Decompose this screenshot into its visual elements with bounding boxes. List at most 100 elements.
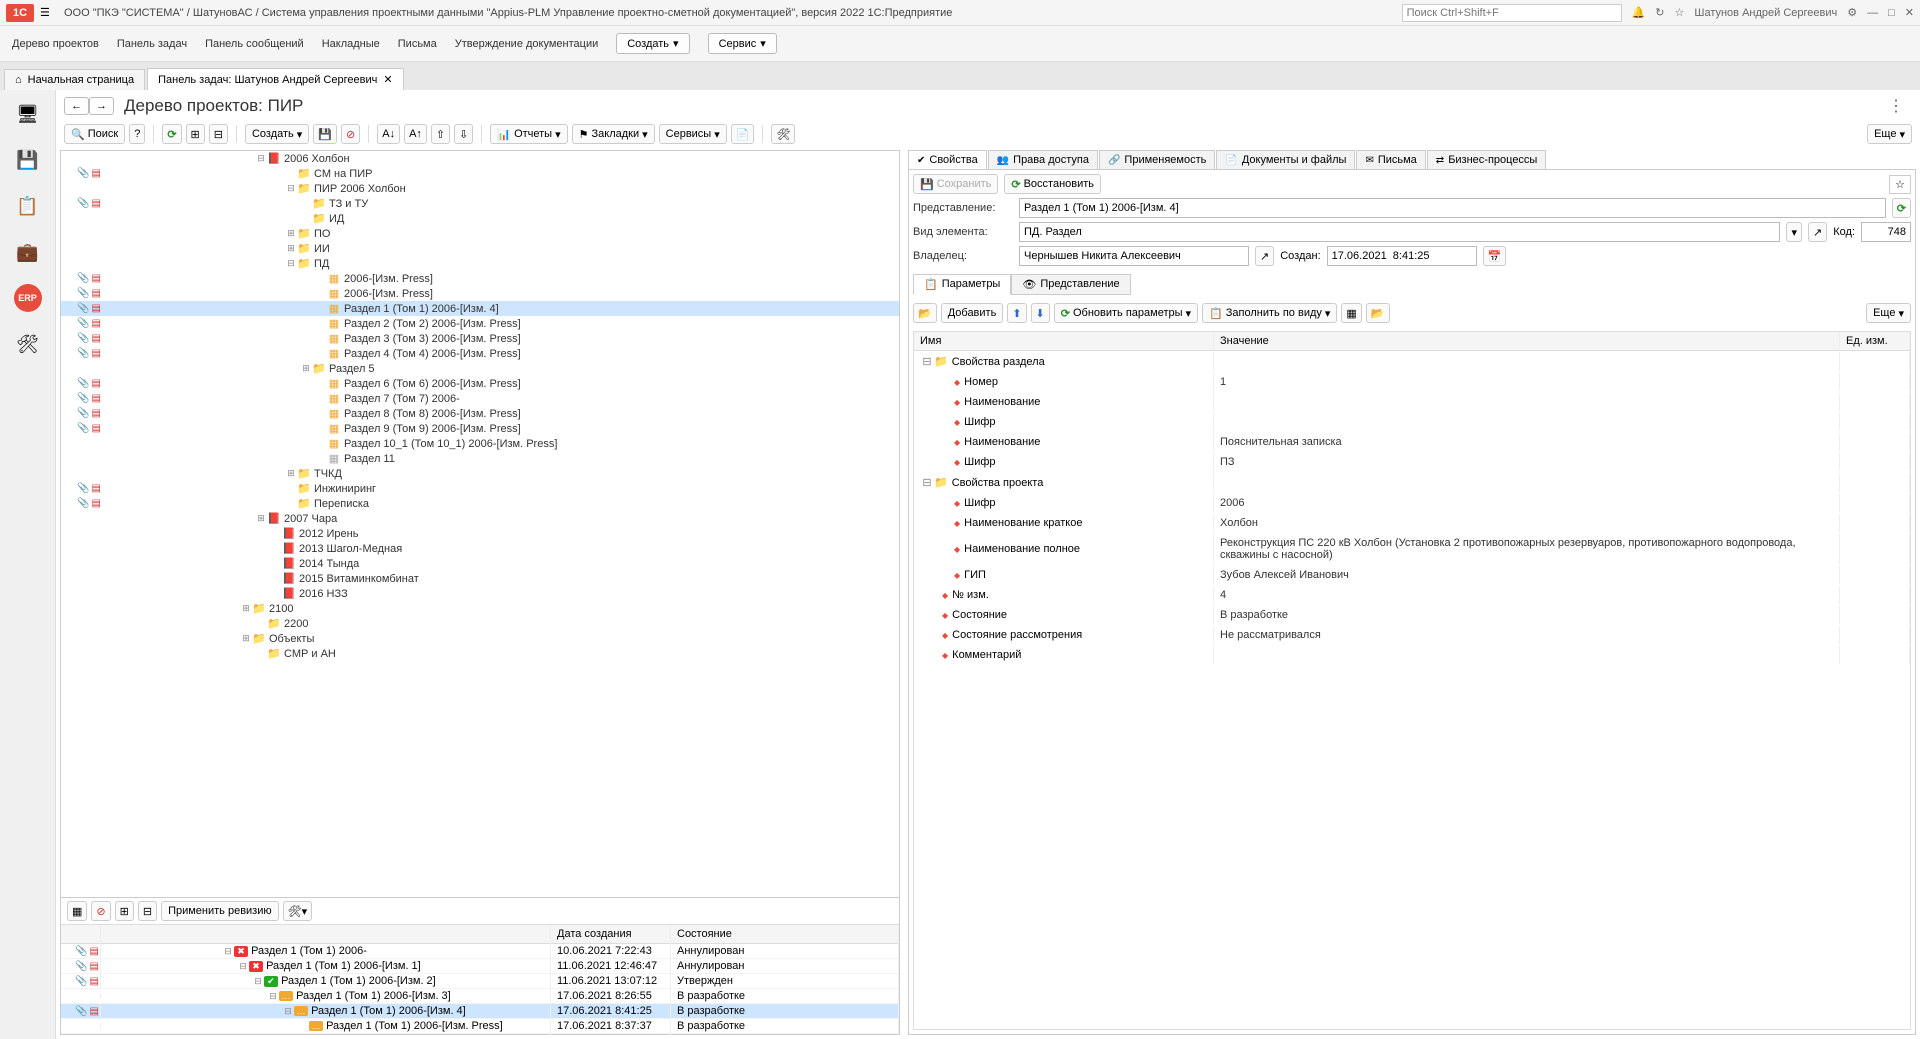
expand-icon[interactable]: ⊞	[240, 633, 252, 644]
param-row[interactable]: ◆Наименование полноеРеконструкция ПС 220…	[914, 533, 1910, 565]
nav-fwd-button[interactable]: →	[89, 97, 114, 115]
tree-row[interactable]: 📎▤▦Раздел 2 (Том 2) 2006-[Изм. Press]	[61, 316, 899, 331]
rev-tool-btn[interactable]: 🛠▾	[283, 901, 313, 921]
owner-input[interactable]	[1019, 246, 1249, 266]
maximize-icon[interactable]: □	[1888, 7, 1895, 19]
nav-back-button[interactable]: ←	[64, 97, 89, 115]
param-refresh-btn[interactable]: ⟳ Обновить параметры ▾	[1054, 303, 1198, 323]
tree-row[interactable]: ▦Раздел 11	[61, 451, 899, 466]
menu-tasks[interactable]: Панель задач	[117, 38, 187, 50]
tree-row[interactable]: 📎▤▦Раздел 3 (Том 3) 2006-[Изм. Press]	[61, 331, 899, 346]
tab-tasks[interactable]: Панель задач: Шатунов Андрей Сергеевич✕	[147, 68, 403, 90]
tree-row[interactable]: 📎▤📁ТЗ и ТУ	[61, 196, 899, 211]
bookmarks-btn[interactable]: ⚑ Закладки ▾	[572, 124, 655, 144]
fav-btn[interactable]: ☆	[1889, 175, 1911, 194]
tab-home[interactable]: ⌂Начальная страница	[4, 69, 145, 90]
tree-row[interactable]: ⊟📁ПД	[61, 256, 899, 271]
tree-row[interactable]: ⊞📕2007 Чара	[61, 511, 899, 526]
tree-row[interactable]: 📎▤▦Раздел 8 (Том 8) 2006-[Изм. Press]	[61, 406, 899, 421]
param-filter-btn[interactable]: ▦	[1341, 303, 1361, 323]
rev-del-btn[interactable]: ⊘	[91, 901, 110, 921]
expand-icon[interactable]: ⊞	[285, 228, 297, 239]
star-icon[interactable]: ☆	[1674, 6, 1684, 19]
more-btn[interactable]: Еще ▾	[1867, 124, 1912, 144]
tree-row[interactable]: 📁ИД	[61, 211, 899, 226]
tree-row[interactable]: 📕2012 Ирень	[61, 526, 899, 541]
menu-invoices[interactable]: Накладные	[322, 38, 380, 50]
tree-row[interactable]: ▦Раздел 10_1 (Том 10_1) 2006-[Изм. Press…	[61, 436, 899, 451]
kind-input[interactable]	[1019, 222, 1780, 242]
create-button[interactable]: Создать ▾	[616, 33, 689, 54]
rev-collapse-btn[interactable]: ⊟	[138, 901, 157, 921]
save-props-btn[interactable]: 💾 Сохранить	[913, 174, 998, 194]
close-icon[interactable]: ✕	[1905, 6, 1914, 19]
services-btn[interactable]: Сервисы ▾	[659, 124, 727, 144]
collapse-btn[interactable]: ⊟	[209, 124, 228, 144]
sort-asc-btn[interactable]: A↓	[377, 124, 400, 144]
param-row[interactable]: ◆Наименование	[914, 392, 1910, 412]
param-row[interactable]: ◆ГИПЗубов Алексей Иванович	[914, 565, 1910, 585]
kind-pick-btn[interactable]: ▾	[1786, 222, 1802, 242]
param-row[interactable]: ◆Комментарий	[914, 645, 1910, 665]
rtab-props[interactable]: ✔Свойства	[908, 150, 987, 169]
rtab-bp[interactable]: ⇄Бизнес-процессы	[1427, 150, 1547, 169]
tree-row[interactable]: ⊞📁Раздел 5	[61, 361, 899, 376]
kind-open-btn[interactable]: ↗	[1808, 222, 1827, 242]
owner-open-btn[interactable]: ↗	[1255, 246, 1274, 266]
param-fill-btn[interactable]: 📋 Заполнить по виду ▾	[1202, 303, 1337, 323]
menu-tree[interactable]: Дерево проектов	[12, 38, 99, 50]
rail-tools-icon[interactable]: 🛠	[14, 330, 42, 358]
rail-erp-icon[interactable]: ERP	[14, 284, 42, 312]
page-more-icon[interactable]: ⋮	[1880, 96, 1912, 116]
save-btn[interactable]: 💾	[313, 124, 337, 144]
expand-icon[interactable]: ⊟	[255, 153, 267, 164]
expand-icon[interactable]: ⊟	[285, 183, 297, 194]
code-input[interactable]	[1861, 222, 1911, 242]
move-up-btn[interactable]: ⇧	[431, 124, 450, 144]
menu-approval[interactable]: Утверждение документации	[455, 38, 599, 50]
tree-row[interactable]: 📁СМР и АН	[61, 646, 899, 661]
rev-view-btn[interactable]: ▦	[67, 901, 87, 921]
service-button[interactable]: Сервис ▾	[708, 33, 777, 54]
repr-reload-btn[interactable]: ⟳	[1892, 198, 1911, 218]
search-btn[interactable]: 🔍 Поиск	[64, 124, 125, 144]
tree-row[interactable]: 📎▤▦2006-[Изм. Press]	[61, 271, 899, 286]
created-input[interactable]	[1327, 246, 1477, 266]
rtab-usage[interactable]: 🔗Применяемость	[1099, 150, 1215, 169]
settings-icon[interactable]: ⚙	[1847, 6, 1857, 19]
rail-clipboard-icon[interactable]: 📋	[14, 192, 42, 220]
rail-drive-icon[interactable]: 💾	[14, 146, 42, 174]
param-row[interactable]: ◆НаименованиеПояснительная записка	[914, 432, 1910, 452]
rail-briefcase-icon[interactable]: 💼	[14, 238, 42, 266]
param-row[interactable]: ◆Шифр2006	[914, 493, 1910, 513]
apply-revision-btn[interactable]: Применить ревизию	[161, 901, 279, 921]
rtab-letters[interactable]: ✉Письма	[1356, 150, 1425, 169]
menu-messages[interactable]: Панель сообщений	[205, 38, 304, 50]
toolbar-create-btn[interactable]: Создать ▾	[245, 124, 309, 144]
tree-row[interactable]: 📎▤▦Раздел 4 (Том 4) 2006-[Изм. Press]	[61, 346, 899, 361]
global-search-input[interactable]	[1402, 4, 1622, 22]
tree-row[interactable]: ⊞📁ТЧКД	[61, 466, 899, 481]
param-row[interactable]: ◆СостояниеВ разработке	[914, 605, 1910, 625]
calendar-icon[interactable]: 📅	[1483, 246, 1507, 266]
param-extra-btn[interactable]: 📂	[1366, 303, 1390, 323]
sort-desc-btn[interactable]: A↑	[404, 124, 427, 144]
reports-btn[interactable]: 📊 Отчеты ▾	[490, 124, 567, 144]
delete-btn[interactable]: ⊘	[341, 124, 360, 144]
user-name[interactable]: Шатунов Андрей Сергеевич	[1694, 7, 1837, 19]
rail-monitor-icon[interactable]: 🖥	[14, 100, 42, 128]
move-down-btn[interactable]: ⇩	[454, 124, 473, 144]
param-row[interactable]: ◆Наименование краткоеХолбон	[914, 513, 1910, 533]
tree-row[interactable]: 📎▤📁Инжиниринг	[61, 481, 899, 496]
tree-row[interactable]: 📕2014 Тында	[61, 556, 899, 571]
param-row[interactable]: ◆№ изм.4	[914, 585, 1910, 605]
tree-row[interactable]: 📎▤▦Раздел 7 (Том 7) 2006-	[61, 391, 899, 406]
tree-row[interactable]: ⊟📕2006 Холбон	[61, 151, 899, 166]
param-folder-btn[interactable]: 📂	[913, 303, 937, 323]
param-row[interactable]: ◆ШифрПЗ	[914, 452, 1910, 472]
tree-row[interactable]: 📎▤▦Раздел 9 (Том 9) 2006-[Изм. Press]	[61, 421, 899, 436]
expand-icon[interactable]: ⊞	[255, 513, 267, 524]
tree-row[interactable]: 📁2200	[61, 616, 899, 631]
expand-icon[interactable]: ⊟	[285, 258, 297, 269]
rev-row[interactable]: … Раздел 1 (Том 1) 2006-[Изм. Press]17.0…	[61, 1019, 899, 1034]
